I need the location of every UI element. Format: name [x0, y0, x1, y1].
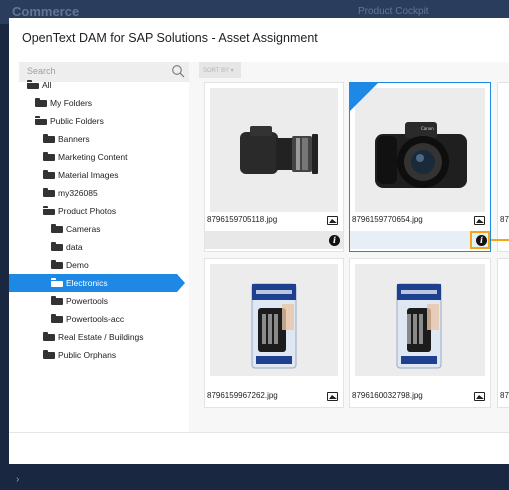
info-icon[interactable]: i	[329, 235, 340, 246]
asset-grid: SORT BY ▾ 8796159705118.jpg i Canon 879615…	[195, 62, 509, 432]
folder-icon	[51, 314, 63, 323]
folder-label: Public Folders	[50, 116, 104, 126]
folder-item-powertools[interactable]: Powertools	[9, 292, 108, 310]
folder-icon	[51, 260, 63, 269]
folder-label: My Folders	[50, 98, 93, 108]
folder-label: Banners	[58, 134, 90, 144]
search-placeholder: Search	[27, 66, 56, 76]
folder-icon	[51, 242, 63, 251]
svg-text:Canon: Canon	[421, 126, 434, 131]
asset-card[interactable]: 8796159967262.jpg	[204, 258, 344, 408]
search-icon[interactable]	[171, 64, 185, 78]
app-footer: ›	[0, 464, 509, 490]
folder-item-demo[interactable]: Demo	[9, 256, 89, 274]
folder-label: Material Images	[58, 170, 119, 180]
folder-label: data	[66, 242, 83, 252]
folder-item-marketing-content[interactable]: Marketing Content	[9, 148, 127, 166]
folder-label: Powertools-acc	[66, 314, 125, 324]
selected-corner-marker	[350, 83, 378, 111]
folder-item-my326085[interactable]: my326085	[9, 184, 98, 202]
dialog-title: OpenText DAM for SAP Solutions - Asset A…	[22, 31, 318, 45]
folder-item-powertools-acc[interactable]: Powertools-acc	[9, 310, 124, 328]
folder-label: Demo	[66, 260, 89, 270]
folder-open-icon	[51, 278, 63, 287]
sort-by-dropdown[interactable]: SORT BY ▾	[199, 62, 241, 78]
folder-item-all[interactable]: All	[9, 76, 51, 94]
folder-label: Cameras	[66, 224, 101, 234]
asset-thumbnail	[355, 264, 485, 376]
asset-thumbnail	[210, 88, 338, 212]
folder-icon	[51, 224, 63, 233]
folder-open-icon	[43, 206, 55, 215]
folder-label: Real Estate / Buildings	[58, 332, 144, 342]
folder-item-my-folders[interactable]: My Folders	[9, 94, 92, 112]
folder-open-icon	[35, 116, 47, 125]
asset-info-bar: i	[350, 231, 490, 249]
folder-icon	[43, 332, 55, 341]
folder-item-electronics[interactable]: Electronics	[9, 274, 185, 292]
dialog-footer	[9, 432, 509, 464]
asset-info-bar: i	[205, 231, 343, 249]
app-brand: Commerce	[12, 4, 80, 19]
asset-assignment-dialog: OpenText DAM for SAP Solutions - Asset A…	[9, 18, 509, 464]
asset-thumbnail	[210, 264, 338, 376]
folder-label: Electronics	[66, 278, 108, 288]
image-type-icon	[327, 216, 338, 225]
asset-filename: 8796159967262.jpg	[207, 391, 278, 400]
image-type-icon	[474, 216, 485, 225]
asset-card[interactable]: 8796	[497, 258, 509, 408]
expand-chevron-icon[interactable]: ›	[16, 474, 19, 485]
folder-label: Product Photos	[58, 206, 117, 216]
folder-icon	[43, 152, 55, 161]
folder-icon	[35, 98, 47, 107]
folder-label: Public Orphans	[58, 350, 117, 360]
folder-label: All	[42, 80, 52, 90]
selection-arrow	[177, 274, 185, 292]
folder-item-public-folders[interactable]: Public Folders	[9, 112, 104, 130]
folder-icon	[43, 350, 55, 359]
asset-filename: 8796159705118.jpg	[207, 215, 278, 224]
folder-item-public-orphans[interactable]: Public Orphans	[9, 346, 116, 364]
asset-card[interactable]: 8796159705118.jpg i	[204, 82, 344, 252]
folder-icon	[43, 188, 55, 197]
asset-card[interactable]: Canon 8796159770654.jpg i	[349, 82, 491, 252]
folder-item-product-photos[interactable]: Product Photos	[9, 202, 116, 220]
sort-by-label: SORT BY	[203, 68, 230, 74]
folder-item-material-images[interactable]: Material Images	[9, 166, 118, 184]
folder-panel: Search All My Folders Public Folders Banner…	[9, 62, 189, 432]
folder-item-real-estate-buildings[interactable]: Real Estate / Buildings	[9, 328, 144, 346]
folder-label: Marketing Content	[58, 152, 128, 162]
dialog-header: OpenText DAM for SAP Solutions - Asset A…	[9, 18, 509, 62]
info-highlight-box	[470, 231, 490, 249]
asset-filename: 8796160032798.jpg	[352, 391, 423, 400]
folder-icon	[43, 170, 55, 179]
asset-filename: 8796159770654.jpg	[352, 215, 423, 224]
image-type-icon	[327, 392, 338, 401]
asset-filename: 8796	[500, 391, 509, 400]
folder-open-icon	[27, 80, 39, 89]
image-type-icon	[474, 392, 485, 401]
callout-line	[491, 239, 509, 241]
folder-item-banners[interactable]: Banners	[9, 130, 90, 148]
asset-filename: 8796	[500, 215, 509, 224]
folder-icon	[51, 296, 63, 305]
folder-label: my326085	[58, 188, 98, 198]
perspective-selector[interactable]: Product Cockpit	[358, 6, 429, 17]
asset-card[interactable]: 8796160032798.jpg	[349, 258, 491, 408]
folder-item-cameras[interactable]: Cameras	[9, 220, 100, 238]
folder-label: Powertools	[66, 296, 109, 306]
folder-item-data[interactable]: data	[9, 238, 83, 256]
folder-icon	[43, 134, 55, 143]
asset-card[interactable]: 8796	[497, 82, 509, 252]
